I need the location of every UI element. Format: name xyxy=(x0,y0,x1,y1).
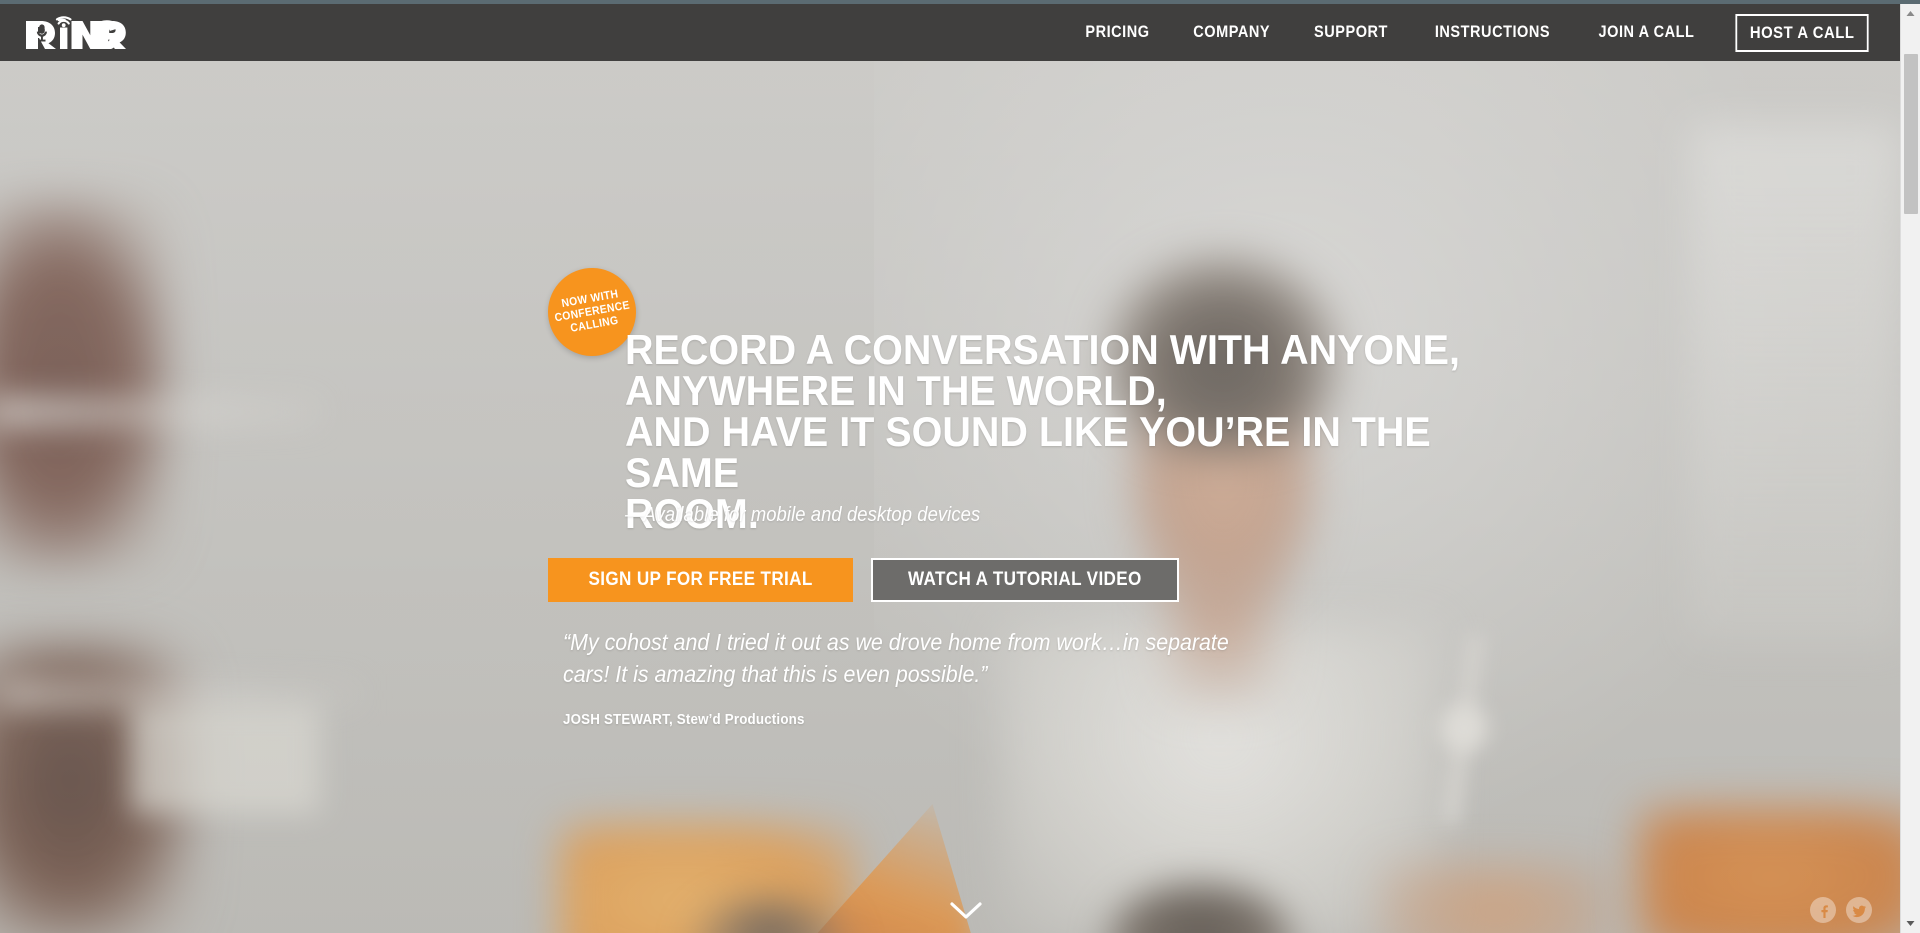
headline-line-1: RECORD A CONVERSATION WITH ANYONE, xyxy=(625,326,1460,373)
page-scrollbar[interactable] xyxy=(1900,4,1920,933)
scrollbar-down-button[interactable] xyxy=(1901,914,1920,933)
scrollbar-thumb[interactable] xyxy=(1904,54,1918,214)
scroll-down-indicator[interactable] xyxy=(949,900,983,922)
headline-line-2: ANYWHERE IN THE WORLD, xyxy=(625,367,1167,414)
browser-chrome-edge xyxy=(0,0,1920,4)
nav-join-a-call[interactable]: JOIN A CALL xyxy=(1583,4,1709,61)
site-header: PRICING COMPANY SUPPORT INSTRUCTIONS JOI… xyxy=(0,4,1900,61)
hero-cta-row: SIGN UP FOR FREE TRIAL WATCH A TUTORIAL … xyxy=(548,558,1179,602)
attribution-company: Stew’d Productions xyxy=(676,712,805,728)
ringr-logo[interactable] xyxy=(24,13,128,49)
nav-support[interactable]: SUPPORT xyxy=(1299,4,1403,61)
nav-host-a-call[interactable]: HOST A CALL xyxy=(1735,13,1869,52)
watch-tutorial-button-label: WATCH A TUTORIAL VIDEO xyxy=(908,569,1142,590)
page-scroll-area: NOW WITH CONFERENCE CALLING RECORD A CON… xyxy=(0,4,1900,933)
headline-line-3: AND HAVE IT SOUND LIKE YOU’RE IN THE SAM… xyxy=(625,408,1431,496)
facebook-icon xyxy=(1820,904,1828,918)
microphone-wifi-logo-icon xyxy=(26,16,126,49)
scroll-up-arrow-icon xyxy=(1906,11,1915,16)
nav-instructions[interactable]: INSTRUCTIONS xyxy=(1420,4,1565,61)
sign-up-button-label: SIGN UP FOR FREE TRIAL xyxy=(588,569,813,590)
twitter-link[interactable] xyxy=(1846,897,1872,923)
attribution-person: JOSH STEWART, xyxy=(563,712,673,728)
hero-subheadline: —Available for mobile and desktop device… xyxy=(625,504,981,526)
browser-viewport: NOW WITH CONFERENCE CALLING RECORD A CON… xyxy=(0,0,1920,933)
scroll-down-arrow-icon xyxy=(1906,921,1915,926)
main-navigation: PRICING COMPANY SUPPORT INSTRUCTIONS JOI… xyxy=(1064,4,1876,61)
facebook-link[interactable] xyxy=(1810,897,1836,923)
chevron-down-icon xyxy=(950,902,982,919)
twitter-icon xyxy=(1851,905,1866,917)
nav-company[interactable]: COMPANY xyxy=(1178,4,1285,61)
scrollbar-up-button[interactable] xyxy=(1901,4,1920,23)
watch-tutorial-video-button[interactable]: WATCH A TUTORIAL VIDEO xyxy=(871,558,1179,602)
sign-up-free-trial-button[interactable]: SIGN UP FOR FREE TRIAL xyxy=(548,558,854,602)
badge-label: NOW WITH CONFERENCE CALLING xyxy=(551,286,633,338)
testimonial-quote: “My cohost and I tried it out as we drov… xyxy=(563,629,1229,687)
testimonial-attribution: JOSH STEWART, Stew’d Productions xyxy=(563,712,805,728)
social-links xyxy=(1810,897,1872,923)
nav-pricing[interactable]: PRICING xyxy=(1070,4,1164,61)
